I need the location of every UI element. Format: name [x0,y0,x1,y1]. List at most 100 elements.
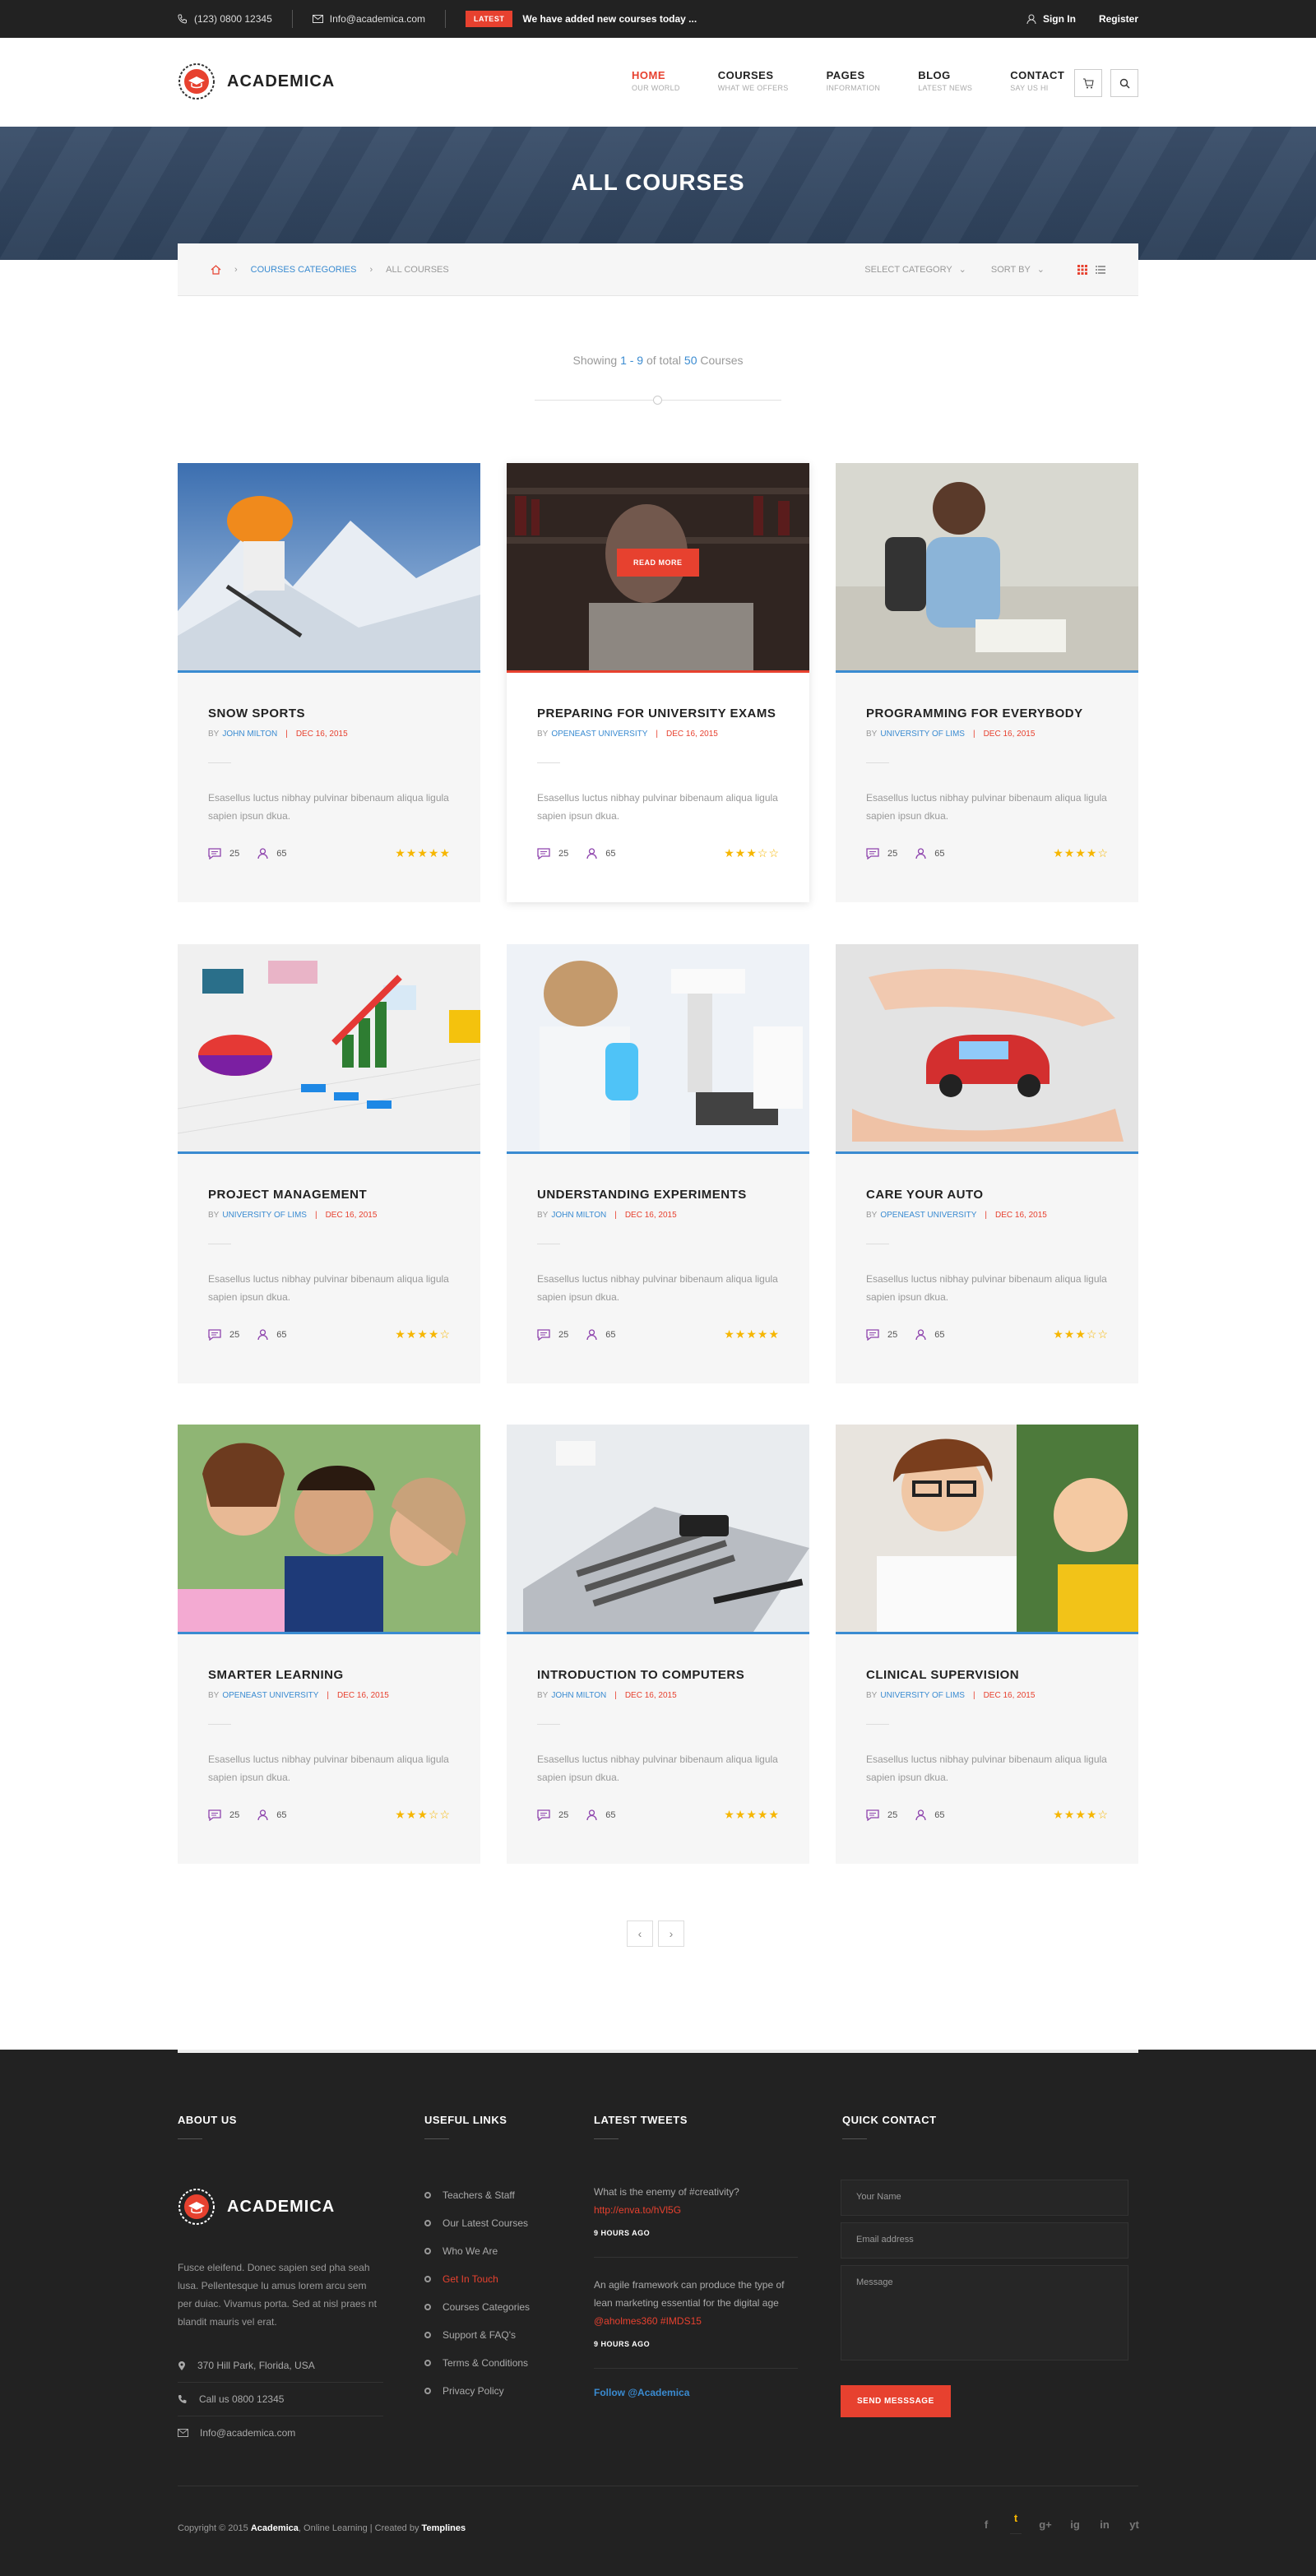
grid-view-icon[interactable] [1077,264,1087,275]
course-card[interactable]: READ MORE PREPARING FOR UNIVERSITY EXAMS B… [507,463,809,902]
card-accent-line [836,1632,1138,1634]
cart-button[interactable] [1074,69,1102,97]
sort-by-dropdown[interactable]: SORT BY ⌄ [991,264,1045,276]
facebook-icon[interactable]: f [980,2518,992,2531]
footer-link[interactable]: Courses Categories [424,2293,530,2321]
course-date: DEC 16, 2015 [624,1211,677,1220]
course-author[interactable]: JOHN MILTON [222,730,277,739]
course-author[interactable]: UNIVERSITY OF LIMS [222,1211,307,1220]
course-image[interactable] [836,944,1138,1151]
instagram-icon[interactable]: ig [1069,2518,1081,2531]
course-author[interactable]: OPENEAST UNIVERSITY [551,730,647,739]
course-title[interactable]: SNOW SPORTS [208,707,305,720]
course-title[interactable]: PROJECT MANAGEMENT [208,1188,367,1202]
list-view-icon[interactable] [1096,265,1105,275]
course-card[interactable]: SNOW SPORTS BY JOHN MILTON | DEC 16, 2015 Esa… [178,463,480,902]
latest-news-text[interactable]: We have added new courses today ... [522,13,697,25]
footer-link[interactable]: Privacy Policy [424,2377,530,2405]
bullet-icon [424,2388,431,2394]
course-card[interactable]: INTRODUCTION TO COMPUTERS BY JOHN MILTON | D… [507,1425,809,1864]
course-image[interactable] [178,1425,480,1632]
footer-link[interactable]: Get In Touch [424,2265,530,2293]
course-stats: 25 65 ★ ★ ★ ★ ★ [537,1808,779,1822]
course-author[interactable]: OPENEAST UNIVERSITY [880,1211,976,1220]
topbar-email[interactable]: Info@academica.com [312,13,425,25]
site-logo[interactable]: ACADEMICA [178,63,335,100]
tweet-text: What is the enemy of #creativity? [594,2186,739,2198]
register-link[interactable]: Register [1099,13,1138,25]
comments-value: 25 [229,1809,240,1820]
star-icon: ★ [405,1327,417,1341]
tweet-link[interactable]: http://enva.to/hVl5G [594,2201,798,2219]
course-title[interactable]: UNDERSTANDING EXPERIMENTS [537,1188,747,1202]
next-page-button[interactable]: › [658,1920,684,1947]
home-icon[interactable] [211,264,221,275]
prev-page-button[interactable]: ‹ [627,1920,653,1947]
nav-pages[interactable]: PAGES INFORMATION [827,69,881,92]
rating-stars: ★ ★ ★ ★ ☆ [395,1327,450,1341]
footer-logo[interactable]: ACADEMICA [178,2188,383,2226]
follow-link[interactable]: Follow @Academica [594,2387,798,2398]
copyright-brand[interactable]: Academica [251,2523,299,2533]
nav-courses[interactable]: COURSES WHAT WE OFFERS [718,69,789,92]
footer-link[interactable]: Our Latest Courses [424,2209,530,2237]
footer-link[interactable]: Terms & Conditions [424,2349,530,2377]
footer-email[interactable]: Info@academica.com [178,2416,383,2449]
nav-blog[interactable]: BLOG LATEST NEWS [918,69,972,92]
page-title: ALL COURSES [571,169,745,195]
google-plus-icon[interactable]: g+ [1039,2518,1052,2531]
tweet-link[interactable]: @aholmes360 #IMDS15 [594,2315,702,2327]
course-title[interactable]: SMARTER LEARNING [208,1668,344,1682]
nav-label: CONTACT [1010,69,1065,81]
course-author[interactable]: OPENEAST UNIVERSITY [222,1691,318,1700]
course-author[interactable]: UNIVERSITY OF LIMS [880,1691,965,1700]
course-card[interactable]: CLINICAL SUPERVISION BY UNIVERSITY OF LIMS… [836,1425,1138,1864]
students-value: 65 [934,848,945,859]
email-field[interactable]: Email address [841,2222,1128,2259]
name-field[interactable]: Your Name [841,2180,1128,2216]
course-image[interactable] [507,944,809,1151]
useful-links-list: Teachers & Staff Our Latest Courses Who … [424,2181,530,2405]
course-author[interactable]: UNIVERSITY OF LIMS [880,730,965,739]
course-card[interactable]: PROGRAMMING FOR EVERYBODY BY UNIVERSITY OF… [836,463,1138,902]
course-author[interactable]: JOHN MILTON [551,1691,606,1700]
course-card[interactable]: SMARTER LEARNING BY OPENEAST UNIVERSITY | DE… [178,1425,480,1864]
course-image[interactable] [836,1425,1138,1632]
breadcrumb-category[interactable]: COURSES CATEGORIES [251,265,357,275]
course-meta: BY OPENEAST UNIVERSITY | DEC 16, 2015 [537,730,718,739]
course-title[interactable]: CARE YOUR AUTO [866,1188,984,1202]
linkedin-icon[interactable]: in [1099,2518,1110,2531]
course-title[interactable]: INTRODUCTION TO COMPUTERS [537,1668,744,1682]
course-author[interactable]: JOHN MILTON [551,1211,606,1220]
course-title[interactable]: PROGRAMMING FOR EVERYBODY [866,707,1083,720]
nav-contact[interactable]: CONTACT SAY US HI [1010,69,1064,92]
chevron-right-icon: › [369,264,373,275]
course-image[interactable] [178,463,480,670]
select-category-dropdown[interactable]: SELECT CATEGORY ⌄ [864,264,966,276]
twitter-icon[interactable]: t [1010,2512,1022,2534]
footer-link[interactable]: Who We Are [424,2237,530,2265]
search-button[interactable] [1110,69,1138,97]
course-card[interactable]: UNDERSTANDING EXPERIMENTS BY JOHN MILTON | D… [507,944,809,1383]
course-title[interactable]: PREPARING FOR UNIVERSITY EXAMS [537,707,776,720]
copyright-author[interactable]: Templines [422,2523,466,2533]
course-image[interactable] [507,1425,809,1632]
read-more-button[interactable]: READ MORE [617,549,699,577]
footer-link[interactable]: Support & FAQ's [424,2321,530,2349]
footer-link-label: Get In Touch [443,2273,498,2285]
course-card[interactable]: CARE YOUR AUTO BY OPENEAST UNIVERSITY | DEC … [836,944,1138,1383]
course-description: Esasellus luctus nibhay pulvinar bibenau… [208,1273,449,1303]
sign-in-link[interactable]: Sign In [1026,13,1076,25]
course-description: Esasellus luctus nibhay pulvinar bibenau… [537,1273,778,1303]
youtube-icon[interactable]: yt [1128,2518,1140,2531]
students-value: 65 [276,1329,287,1340]
course-title[interactable]: CLINICAL SUPERVISION [866,1668,1019,1682]
course-card[interactable]: PROJECT MANAGEMENT BY UNIVERSITY OF LIMS | D… [178,944,480,1383]
send-message-button[interactable]: SEND MESSSAGE [841,2385,951,2417]
course-image[interactable] [178,944,480,1151]
course-meta: BY UNIVERSITY OF LIMS | DEC 16, 2015 [208,1211,377,1220]
nav-home[interactable]: HOME OUR WORLD [632,69,680,92]
footer-link[interactable]: Teachers & Staff [424,2181,530,2209]
course-image[interactable] [836,463,1138,670]
message-field[interactable]: Message [841,2265,1128,2361]
